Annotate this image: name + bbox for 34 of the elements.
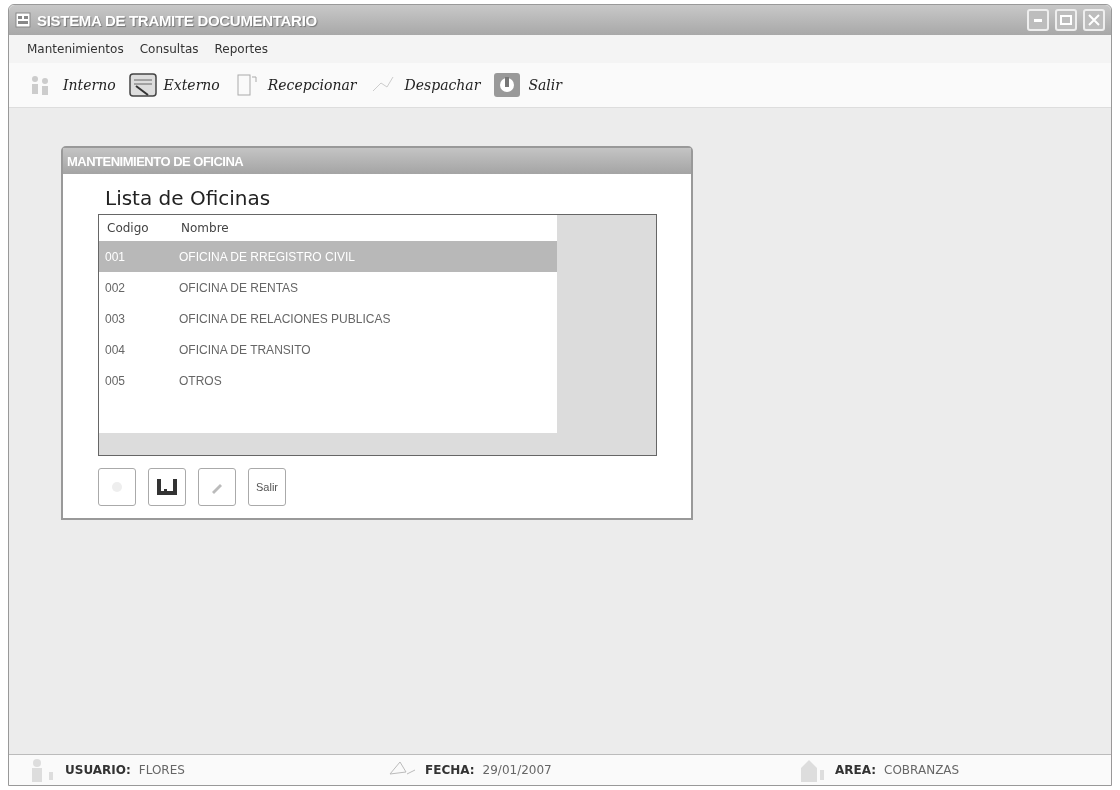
toolbar-button[interactable]: Externo — [127, 71, 220, 99]
list-heading: Lista de Oficinas — [105, 186, 272, 210]
toolbar-button[interactable]: Salir — [492, 71, 562, 99]
table-cell-text: OTROS — [178, 373, 223, 388]
table-cell-text: 004 — [104, 342, 127, 357]
window-title: SISTEMA DE TRAMITE DOCUMENTARIO — [37, 11, 317, 29]
toolbar-button[interactable]: Interno — [27, 71, 116, 99]
table-row[interactable]: 003 OFICINA DE RELACIONES PUBLICAS — [99, 303, 557, 334]
table-cell-text: OFICINA DE TRANSITO — [178, 342, 312, 357]
table-cell-text: OFICINA DE RENTAS — [178, 280, 300, 295]
table-row[interactable]: 002 OFICINA DE RENTAS — [99, 272, 557, 303]
column-header[interactable]: Codigo — [99, 221, 173, 235]
menu-item[interactable]: Mantenimientos — [27, 42, 124, 56]
table-cell-text: 005 — [104, 373, 127, 388]
table-cell-text: 001 — [104, 249, 127, 264]
menu-item[interactable]: Consultas — [139, 42, 199, 56]
status-label: USUARIO: — [65, 763, 131, 777]
status-label: AREA: — [835, 763, 877, 777]
exit-button[interactable]: Salir — [248, 468, 286, 506]
table-cell-text: OFICINA DE RREGISTRO CIVIL — [178, 249, 357, 264]
status-value: FLORES — [138, 763, 185, 777]
status-label: FECHA: — [425, 763, 475, 777]
table-row[interactable]: 005 OTROS — [99, 365, 557, 396]
toolbar-button[interactable]: Recepcionar — [231, 71, 357, 99]
table-cell-text: 002 — [104, 280, 127, 295]
status-value: 29/01/2007 — [482, 763, 552, 777]
dialog-title: MANTENIMIENTO DE OFICINA — [67, 153, 244, 169]
toolbar-button[interactable]: Despachar — [368, 71, 481, 99]
status-value: COBRANZAS — [884, 763, 960, 777]
table-row[interactable]: 004 OFICINA DE TRANSITO — [99, 334, 557, 365]
column-header[interactable]: Nombre — [173, 221, 557, 235]
menu-item[interactable]: Reportes — [214, 42, 268, 56]
table-cell-text: OFICINA DE RELACIONES PUBLICAS — [178, 311, 392, 326]
table-cell-text: 003 — [104, 311, 127, 326]
